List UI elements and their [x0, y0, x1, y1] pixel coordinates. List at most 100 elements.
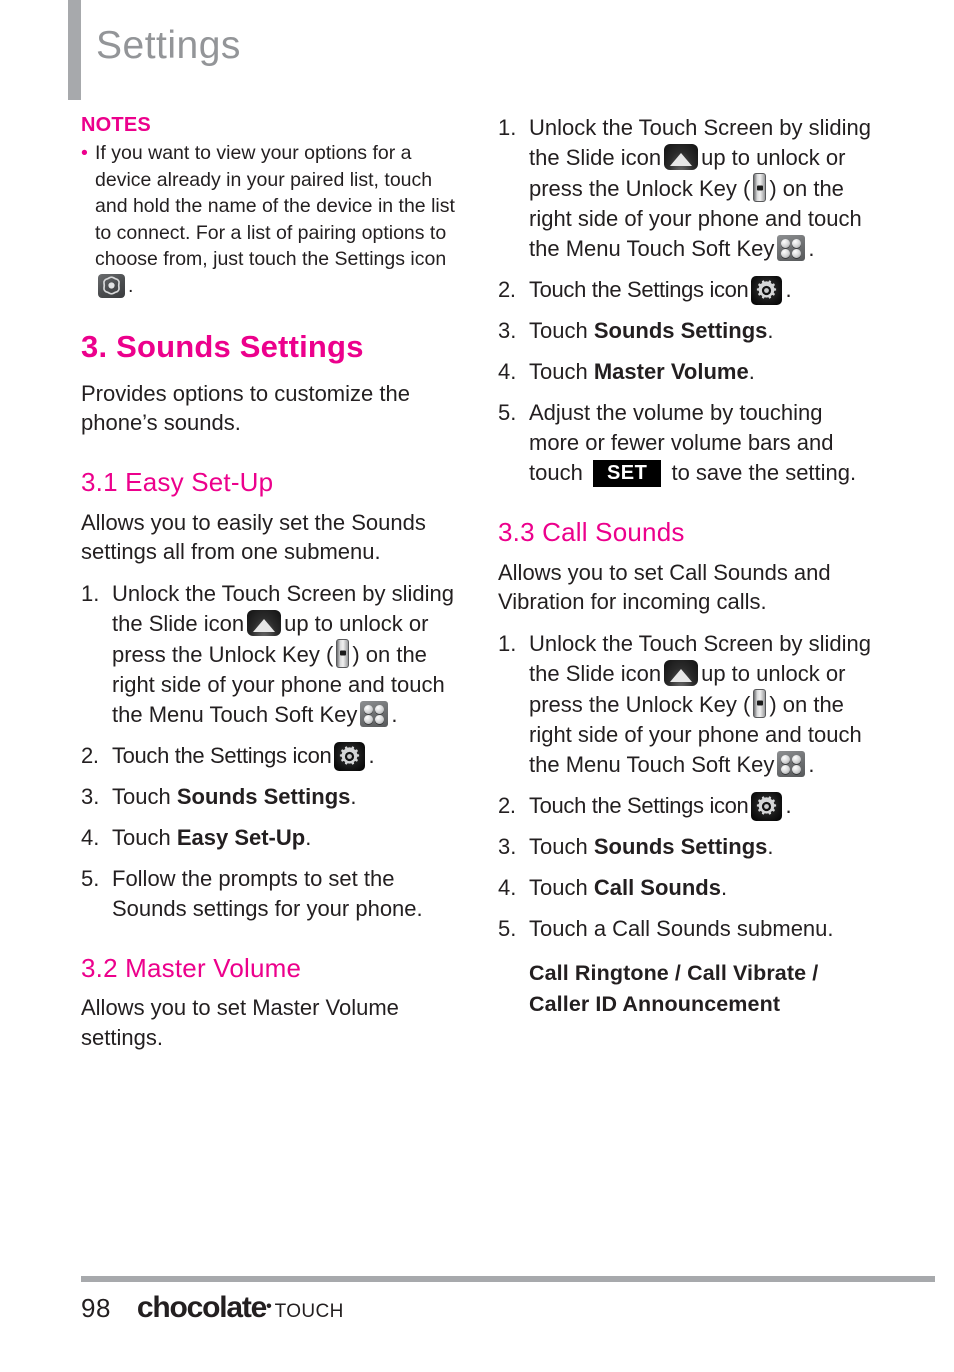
step-text: .: [767, 318, 774, 343]
step-item: 4. Touch Easy Set-Up.: [81, 823, 456, 853]
step-item: 4. Touch Call Sounds.: [498, 873, 873, 903]
unlock-key-icon: [753, 173, 767, 202]
subsection-intro-call-sounds: Allows you to set Call Sounds and Vibrat…: [498, 559, 831, 615]
note-item: • If you want to view your options for a…: [81, 140, 456, 299]
page-number: 98: [81, 1293, 111, 1323]
step-text: .: [785, 277, 792, 302]
step-text: .: [808, 751, 815, 777]
step-number: 3.: [81, 783, 100, 809]
brand-suffix: TOUCH: [274, 1301, 344, 1322]
step-text: Follow the prompts to set the Sounds set…: [112, 865, 423, 921]
step-item: 4. Touch Master Volume.: [498, 357, 873, 387]
submenu-options-line-1: Call Ringtone / Call Vibrate /: [529, 960, 819, 985]
brand-registered-mark: •: [266, 1298, 272, 1315]
step-text: Touch: [529, 833, 594, 859]
menu-touch-soft-key-icon: [777, 750, 806, 777]
settings-gear-icon: [751, 276, 783, 305]
step-item: 3. Touch Sounds Settings.: [498, 316, 873, 346]
step-number: 2.: [498, 277, 516, 302]
step-text: Touch the Settings icon: [112, 742, 332, 768]
step-item: 5. Touch a Call Sounds submenu.: [498, 914, 873, 944]
step-text: Touch a Call Sounds submenu.: [529, 915, 834, 941]
step-item: 5. Follow the prompts to set the Sounds s…: [81, 864, 456, 924]
step-text: .: [391, 701, 398, 727]
note-trailing-period: .: [128, 274, 134, 297]
step-number: 4.: [498, 874, 517, 900]
note-bullet: •: [81, 142, 88, 164]
step-text: Touch: [529, 318, 594, 343]
step-number: 5.: [498, 400, 517, 425]
step-text: Touch the Settings icon: [529, 792, 749, 818]
step-text: .: [748, 359, 755, 384]
step-item: 3. Touch Sounds Settings.: [498, 832, 873, 862]
step-item: 1. Unlock the Touch Screen by sliding the…: [81, 579, 456, 730]
footer-divider: [81, 1276, 935, 1282]
brand-name: chocolate: [136, 1291, 267, 1324]
step-number: 1.: [498, 115, 517, 140]
subsection-heading-easy-setup: 3.1 Easy Set-Up: [81, 466, 274, 497]
step-text: .: [720, 874, 728, 900]
step-item: 2. Touch the Settings icon .: [81, 741, 456, 771]
step-emphasis: Sounds Settings: [593, 318, 768, 343]
slide-up-icon: [664, 659, 699, 686]
steps-master-volume: 1. Unlock the Touch Screen by sliding the…: [498, 113, 873, 488]
submenu-options-line-2: Caller ID Announcement: [529, 991, 781, 1016]
step-emphasis: Master Volume: [593, 359, 749, 384]
step-number: 2.: [81, 742, 99, 768]
step-emphasis: Sounds Settings: [593, 833, 768, 859]
step-number: 1.: [81, 580, 100, 606]
page-header: Settings: [0, 0, 954, 104]
step-text: .: [368, 742, 375, 768]
section-intro-sounds-settings: Provides options to customize the phone’…: [81, 380, 410, 436]
step-text: Touch: [112, 824, 177, 850]
step-number: 4.: [498, 359, 517, 384]
notes-title: NOTES: [81, 114, 151, 136]
set-button[interactable]: SET: [592, 460, 662, 487]
step-text: .: [305, 824, 312, 850]
right-column: 1. Unlock the Touch Screen by sliding the…: [498, 113, 873, 1020]
step-item: 1. Unlock the Touch Screen by sliding the…: [498, 629, 873, 780]
step-number: 4.: [81, 824, 100, 850]
step-emphasis: Call Sounds: [593, 874, 721, 900]
step-item: 2. Touch the Settings icon .: [498, 275, 873, 305]
step-item: 3. Touch Sounds Settings.: [81, 782, 456, 812]
unlock-key-icon: [753, 688, 767, 718]
step-number: 5.: [81, 865, 100, 891]
step-emphasis: Sounds Settings: [176, 783, 351, 809]
step-text: Touch: [529, 874, 594, 900]
step-item: 1. Unlock the Touch Screen by sliding the…: [498, 113, 873, 264]
settings-gear-icon: [334, 741, 366, 771]
step-text: to save the setting.: [665, 460, 857, 485]
step-number: 3.: [498, 833, 517, 859]
step-text: .: [808, 236, 815, 261]
section-heading-sounds-settings: 3. Sounds Settings: [81, 329, 364, 364]
steps-call-sounds: 1. Unlock the Touch Screen by sliding the…: [498, 629, 873, 944]
note-text: If you want to view your options for a d…: [95, 142, 455, 270]
step-text: .: [785, 792, 792, 818]
notes-block: NOTES • If you want to view your options…: [81, 113, 456, 299]
page-title: Settings: [96, 24, 241, 67]
slide-up-icon: [247, 609, 282, 636]
steps-easy-setup: 1. Unlock the Touch Screen by sliding the…: [81, 579, 456, 924]
step-emphasis: Easy Set-Up: [176, 824, 306, 850]
brand-logo: chocolate•: [136, 1291, 272, 1325]
step-number: 3.: [498, 318, 517, 343]
unlock-key-icon: [336, 638, 350, 668]
step-text: Touch the Settings icon: [529, 277, 749, 302]
subsection-heading-master-volume: 3.2 Master Volume: [81, 952, 302, 983]
left-column: NOTES • If you want to view your options…: [81, 113, 456, 1060]
subsection-intro-master-volume: Allows you to set Master Volume settings…: [81, 995, 399, 1050]
step-text: Touch: [529, 359, 594, 384]
subsection-intro-easy-setup: Allows you to easily set the Sounds sett…: [81, 509, 426, 565]
slide-up-icon: [664, 144, 699, 170]
settings-gear-icon: [751, 791, 783, 821]
page-footer: 98 chocolate• TOUCH: [81, 1291, 344, 1325]
header-accent-bar: [68, 0, 81, 100]
step-text: .: [767, 833, 774, 859]
step-text: .: [350, 783, 357, 809]
step-number: 1.: [498, 630, 517, 656]
menu-touch-soft-key-icon: [777, 235, 806, 261]
menu-touch-soft-key-icon: [360, 700, 389, 727]
step-number: 2.: [498, 792, 516, 818]
step-number: 5.: [498, 915, 517, 941]
